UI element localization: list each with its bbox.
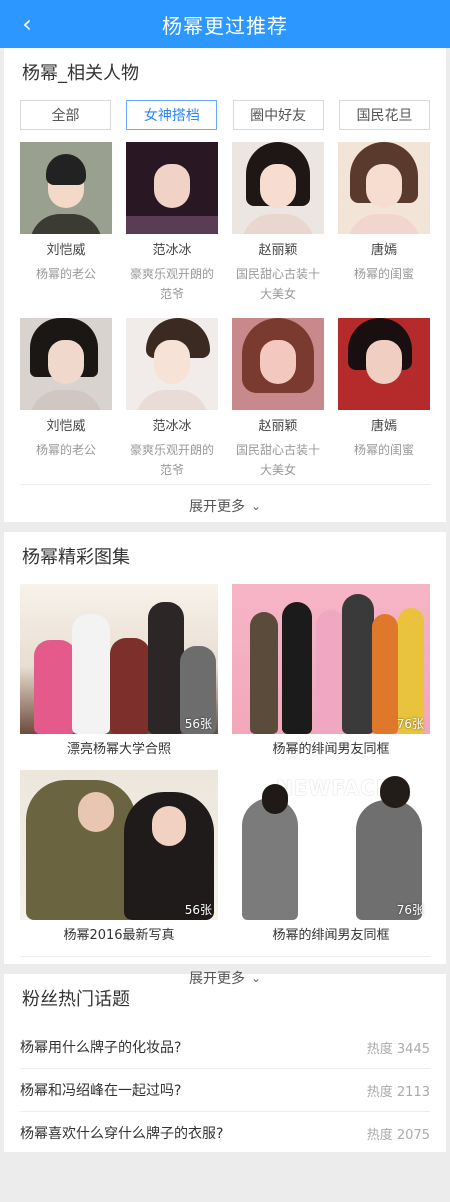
person-card[interactable]: 赵丽颖 国民甜心古装十大美女	[232, 318, 324, 484]
person-name: 刘恺威	[46, 419, 86, 434]
person-card[interactable]: 唐嫣 杨幂的闺蜜	[338, 142, 430, 308]
expand-more-label: 展开更多	[188, 499, 245, 515]
person-name: 唐嫣	[370, 243, 397, 258]
album-card[interactable]: 76张 杨幂的绯闻男友同框	[232, 584, 430, 762]
album-photo: 76张	[232, 584, 430, 734]
gallery-section: 杨幂精彩图集 56张 漂亮杨幂大学合照 76张 杨幂的绯闻男友同框 56张 杨幂…	[4, 532, 446, 987]
album-caption: 漂亮杨幂大学合照	[66, 742, 171, 757]
avatar	[20, 142, 112, 234]
chevron-down-icon: ⌄	[250, 499, 262, 513]
topic-question: 杨幂和冯绍峰在一起过吗?	[20, 1083, 182, 1099]
person-card[interactable]: 范冰冰 豪爽乐观开朗的范爷	[126, 142, 218, 308]
person-name: 范冰冰	[152, 419, 192, 434]
expand-more-label: 展开更多	[188, 971, 245, 987]
album-photo: 56张	[20, 584, 218, 734]
person-card[interactable]: 刘恺威 杨幂的老公	[20, 318, 112, 484]
album-photo: NEWFACE 76张	[232, 770, 430, 920]
topic-heat: 热度 2075	[366, 1127, 430, 1143]
chevron-left-icon[interactable]: ‹	[16, 12, 38, 36]
section-title: 粉丝热门话题	[22, 989, 130, 1010]
person-desc: 杨幂的闺蜜	[353, 443, 414, 457]
related-people-section: 杨幂_相关人物 全部 女神搭档 圈中好友 国民花旦 刘恺威 杨幂的老公 范冰冰 …	[4, 48, 446, 522]
person-desc: 豪爽乐观开朗的范爷	[129, 267, 214, 301]
person-card[interactable]: 刘恺威 杨幂的老公	[20, 142, 112, 308]
album-card[interactable]: 56张 杨幂2016最新写真	[20, 770, 218, 948]
filter-friends[interactable]: 圈中好友	[232, 100, 324, 130]
photo-count: 56张	[184, 903, 212, 917]
photo-watermark: NEWFACE	[276, 776, 391, 800]
topic-heat: 热度 3445	[366, 1041, 430, 1057]
photo-count: 76张	[396, 717, 424, 731]
topic-item[interactable]: 杨幂喜欢什么穿什么牌子的衣服? 热度 2075	[20, 1112, 430, 1154]
filter-national-actresses[interactable]: 国民花旦	[338, 100, 430, 130]
person-name: 赵丽颖	[258, 243, 298, 258]
album-caption: 杨幂的绯闻男友同框	[272, 742, 390, 757]
person-card[interactable]: 唐嫣 杨幂的闺蜜	[338, 318, 430, 484]
topic-heat: 热度 2113	[366, 1084, 430, 1100]
album-caption: 杨幂2016最新写真	[63, 928, 175, 943]
avatar	[20, 318, 112, 410]
person-card[interactable]: 赵丽颖 国民甜心古装十大美女	[232, 142, 324, 308]
person-name: 赵丽颖	[258, 419, 298, 434]
person-name: 唐嫣	[370, 419, 397, 434]
person-desc: 杨幂的老公	[35, 267, 96, 281]
person-desc: 国民甜心古装十大美女	[235, 443, 320, 477]
expand-more-button[interactable]: 展开更多 ⌄	[20, 484, 430, 527]
album-card[interactable]: NEWFACE 76张 杨幂的绯闻男友同框	[232, 770, 430, 948]
photo-count: 56张	[184, 717, 212, 731]
topic-item[interactable]: 杨幂用什么牌子的化妆品? 热度 3445	[20, 1026, 430, 1069]
section-title: 杨幂_相关人物	[22, 63, 139, 84]
page-title: 杨幂更过推荐	[162, 13, 288, 38]
avatar	[126, 142, 218, 234]
avatar	[126, 318, 218, 410]
topic-question: 杨幂用什么牌子的化妆品?	[20, 1040, 182, 1056]
album-photo: 56张	[20, 770, 218, 920]
filter-tabs: 全部 女神搭档 圈中好友 国民花旦	[20, 100, 430, 130]
chevron-down-icon: ⌄	[250, 971, 262, 985]
gallery-grid: 56张 漂亮杨幂大学合照 76张 杨幂的绯闻男友同框 56张 杨幂2016最新写…	[20, 584, 430, 948]
person-name: 范冰冰	[152, 243, 192, 258]
filter-goddess-partner[interactable]: 女神搭档	[126, 100, 218, 130]
people-grid: 刘恺威 杨幂的老公 范冰冰 豪爽乐观开朗的范爷 赵丽颖 国民甜心古装十大美女 唐…	[20, 142, 430, 484]
section-title: 杨幂精彩图集	[22, 547, 130, 568]
avatar	[338, 318, 430, 410]
album-card[interactable]: 56张 漂亮杨幂大学合照	[20, 584, 218, 762]
person-name: 刘恺威	[46, 243, 86, 258]
avatar	[232, 318, 324, 410]
fan-topics-section: 粉丝热门话题 杨幂用什么牌子的化妆品? 热度 3445 杨幂和冯绍峰在一起过吗?…	[4, 974, 446, 1152]
person-desc: 杨幂的老公	[35, 443, 96, 457]
person-desc: 豪爽乐观开朗的范爷	[129, 443, 214, 477]
person-card[interactable]: 范冰冰 豪爽乐观开朗的范爷	[126, 318, 218, 484]
avatar	[232, 142, 324, 234]
person-desc: 国民甜心古装十大美女	[235, 267, 320, 301]
top-nav-bar: ‹ 杨幂更过推荐	[0, 0, 450, 48]
filter-all[interactable]: 全部	[20, 100, 111, 130]
person-desc: 杨幂的闺蜜	[353, 267, 414, 281]
avatar	[338, 142, 430, 234]
topic-question: 杨幂喜欢什么穿什么牌子的衣服?	[20, 1126, 224, 1142]
album-caption: 杨幂的绯闻男友同框	[272, 928, 390, 943]
photo-count: 76张	[396, 903, 424, 917]
topic-item[interactable]: 杨幂和冯绍峰在一起过吗? 热度 2113	[20, 1069, 430, 1112]
